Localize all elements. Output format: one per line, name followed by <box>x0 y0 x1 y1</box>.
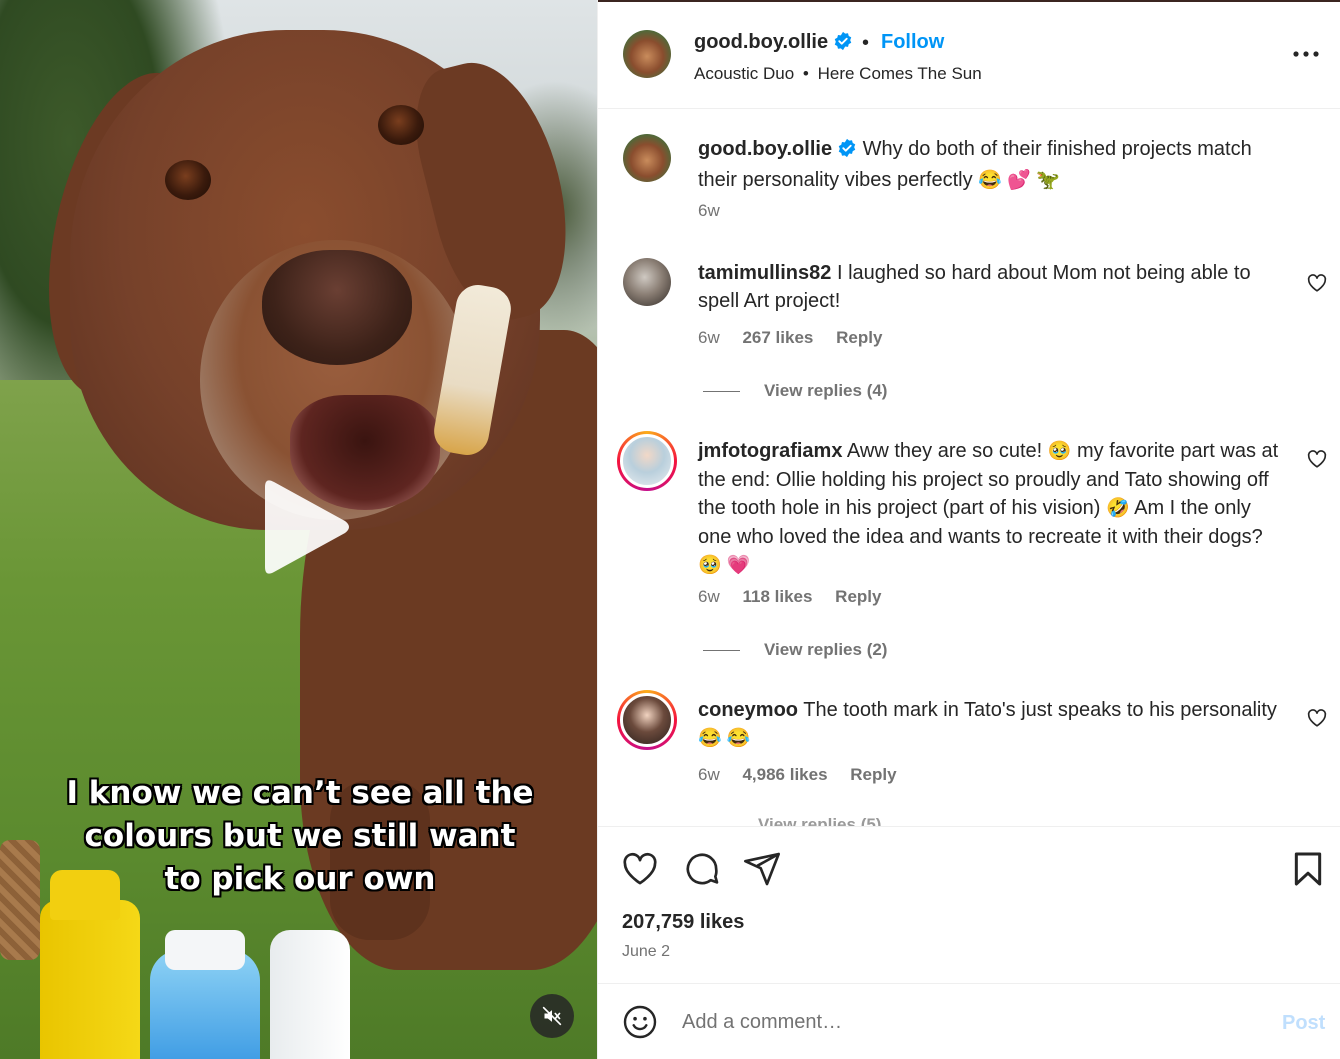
avatar[interactable] <box>617 431 677 491</box>
view-replies-label: View replies (4) <box>764 381 888 400</box>
comment-like-heart-icon[interactable] <box>1306 448 1328 470</box>
comment-emoji: 🥹 💗 <box>698 555 751 576</box>
avatar[interactable] <box>623 30 671 78</box>
heart-icon[interactable] <box>620 849 660 889</box>
view-replies-label: View replies (2) <box>764 640 888 659</box>
reply-button[interactable]: Reply <box>850 765 896 784</box>
blue-paint-bottle <box>150 930 260 1059</box>
comment-like-heart-icon[interactable] <box>1306 272 1328 294</box>
comment-meta: 6w 118 likes Reply <box>698 587 899 607</box>
avatar[interactable] <box>623 134 671 182</box>
white-paint-bottle <box>270 930 350 1059</box>
view-replies-line <box>703 391 740 393</box>
post-button[interactable]: Post <box>1282 1012 1325 1035</box>
view-replies-button[interactable]: View replies (2) <box>703 640 887 660</box>
comment-emoji: 😂 😂 <box>698 728 751 749</box>
caption-username[interactable]: good.boy.ollie <box>698 138 832 160</box>
reply-button[interactable]: Reply <box>836 328 882 347</box>
audio-artist[interactable]: Acoustic Duo <box>694 64 794 83</box>
reply-button[interactable]: Reply <box>835 587 881 606</box>
view-replies-button[interactable]: View replies (4) <box>703 381 887 401</box>
more-options-icon[interactable] <box>1291 42 1321 66</box>
post-date[interactable]: June 2 <box>622 943 670 961</box>
likes-count[interactable]: 207,759 likes <box>622 911 744 934</box>
follow-button[interactable]: Follow <box>881 31 944 54</box>
audio-separator: • <box>802 64 809 83</box>
caption-line: to pick our own <box>164 861 436 897</box>
caption-line: colours but we still want <box>84 818 516 854</box>
avatar-image <box>620 434 674 488</box>
separator: • <box>862 32 870 54</box>
play-icon[interactable] <box>255 475 355 579</box>
dog-eye-left <box>165 160 211 200</box>
comment-username[interactable]: coneymoo <box>698 699 798 721</box>
comment-meta: 6w 4,986 likes Reply <box>698 765 915 785</box>
yellow-paint-bottle <box>40 870 140 1059</box>
post-header: good.boy.ollie • Follow Acoustic Duo • H… <box>598 2 1340 109</box>
comment-likes[interactable]: 4,986 likes <box>742 765 827 784</box>
caption-meta: 6w <box>698 201 738 221</box>
bookmark-icon[interactable] <box>1288 849 1328 889</box>
caption-text: good.boy.ollie Why do both of their fini… <box>698 135 1288 195</box>
post-media-video[interactable]: I know we can’t see all the colours but … <box>0 0 597 1059</box>
smiley-icon[interactable] <box>622 1004 658 1040</box>
comment-likes[interactable]: 118 likes <box>742 587 812 606</box>
comment-emoji: 🤣 <box>1106 498 1130 519</box>
dog-nose <box>262 250 412 365</box>
header-username-row[interactable]: good.boy.ollie <box>694 31 853 57</box>
comment-text: tamimullins82 I laughed so hard about Mo… <box>698 259 1288 315</box>
post-side-panel: good.boy.ollie • Follow Acoustic Duo • H… <box>597 0 1340 1059</box>
avatar[interactable] <box>617 690 677 750</box>
comment-text: coneymoo The tooth mark in Tato's just s… <box>698 696 1288 753</box>
comment-body: The tooth mark in Tato's just speaks to … <box>803 699 1277 721</box>
paper-plane-icon[interactable] <box>742 849 782 889</box>
caption-emojis: 😂 💕 🦖 <box>978 170 1060 191</box>
caption-line: I know we can’t see all the <box>66 775 534 811</box>
comment-age[interactable]: 6w <box>698 328 720 347</box>
audio-info[interactable]: Acoustic Duo • Here Comes The Sun <box>694 64 982 84</box>
add-comment-bar: Post <box>598 983 1340 1059</box>
basket <box>0 840 40 960</box>
comment-text: jmfotografiamx Aww they are so cute! 🥹 m… <box>698 437 1288 580</box>
muted-speaker-icon[interactable] <box>530 994 574 1038</box>
audio-track[interactable]: Here Comes The Sun <box>818 64 982 83</box>
username-link[interactable]: good.boy.ollie <box>694 31 828 53</box>
comment-username[interactable]: tamimullins82 <box>698 262 831 284</box>
comment-emoji: 🥹 <box>1047 441 1072 462</box>
comment-username[interactable]: jmfotografiamx <box>698 440 842 462</box>
comment-like-heart-icon[interactable] <box>1306 707 1328 729</box>
dog-eye-right <box>378 105 424 145</box>
avatar-image <box>620 693 674 747</box>
post-actions: 207,759 likes June 2 <box>598 826 1340 984</box>
comment-likes[interactable]: 267 likes <box>742 328 813 347</box>
view-replies-line <box>703 650 740 652</box>
comment-meta: 6w 267 likes Reply <box>698 328 900 348</box>
view-replies-button-partial[interactable]: View replies (5) <box>758 815 881 826</box>
comment-body: Aww they are so cute! <box>846 440 1043 462</box>
comment-age[interactable]: 6w <box>698 587 720 606</box>
caption-age[interactable]: 6w <box>698 201 720 220</box>
verified-badge-icon <box>833 31 853 57</box>
verified-badge-icon <box>837 138 857 166</box>
avatar[interactable] <box>623 258 671 306</box>
comment-bubble-icon[interactable] <box>682 849 722 889</box>
video-caption-overlay: I know we can’t see all the colours but … <box>40 772 560 901</box>
comment-input[interactable] <box>682 1006 1242 1038</box>
comment-age[interactable]: 6w <box>698 765 720 784</box>
